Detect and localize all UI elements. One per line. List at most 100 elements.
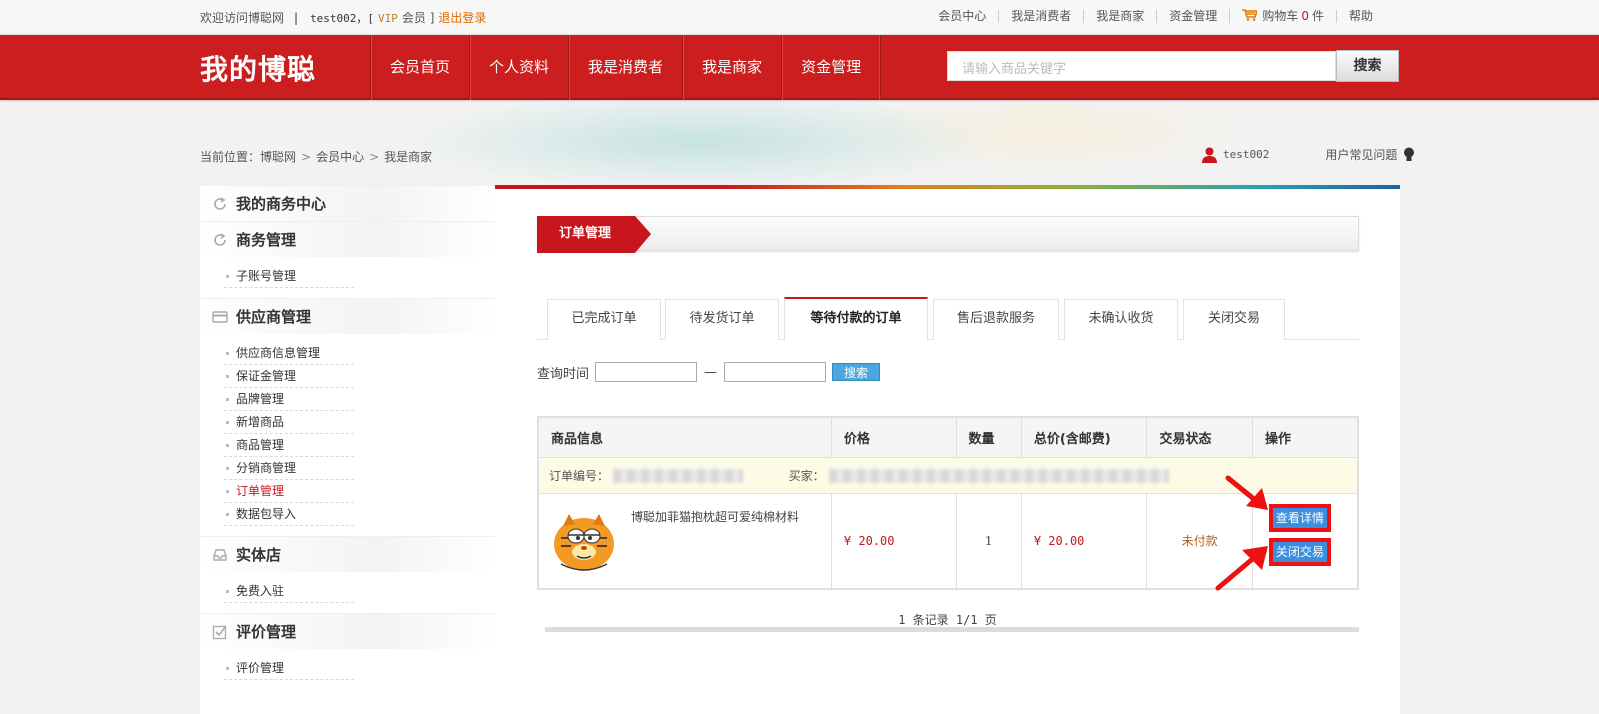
query-row: 查询时间 — 搜索: [537, 362, 881, 382]
top-link-consumer[interactable]: 我是消费者: [998, 9, 1083, 23]
hero-band: [0, 102, 1599, 187]
top-link-member-center[interactable]: 会员中心: [926, 9, 998, 23]
query-end-date[interactable]: [724, 362, 827, 382]
query-dash: —: [704, 364, 718, 380]
current-user: test002，[: [310, 12, 375, 25]
nav-profile[interactable]: 个人资料: [469, 35, 568, 100]
username[interactable]: test002: [1223, 148, 1269, 161]
refresh-icon: [214, 196, 226, 210]
tab-to-ship[interactable]: 待发货订单: [665, 299, 779, 340]
sidebar-group-title: 实体店: [236, 546, 282, 564]
col-goods: 商品信息: [537, 416, 832, 458]
breadcrumb-item-member-center[interactable]: 会员中心: [316, 150, 364, 164]
checkbox-icon: [212, 625, 227, 639]
sidebar-item-brand[interactable]: 品牌管理: [224, 388, 354, 411]
sidebar-item-goods[interactable]: 商品管理: [224, 434, 354, 457]
sidebar-center-title[interactable]: 我的商务中心: [200, 185, 495, 221]
sidebar-item-supplier-info[interactable]: 供应商信息管理: [224, 342, 354, 365]
tab-closed[interactable]: 关闭交易: [1183, 299, 1285, 340]
search-input[interactable]: 请输入商品关键字: [947, 51, 1336, 81]
sidebar-list: 子账号管理: [200, 257, 495, 298]
goods-name[interactable]: 博聪加菲猫抱枕超可爱纯棉材料: [631, 508, 799, 525]
refresh-icon: [214, 232, 226, 246]
section-title-bar: 订单管理: [537, 216, 1359, 253]
goods-thumbnail[interactable]: [551, 508, 617, 574]
pagination-bar: [545, 627, 1359, 632]
lightbulb-icon: [1404, 147, 1415, 161]
main-top-stripe: [495, 185, 1400, 189]
sidebar-item-deposit[interactable]: 保证金管理: [224, 365, 354, 388]
sidebar-item-review[interactable]: 评价管理: [224, 657, 354, 680]
main-panel: 订单管理 已完成订单 待发货订单 等待付款的订单 售后退款服务 未确认收货 关闭…: [495, 185, 1400, 714]
section-title: 订单管理: [537, 216, 651, 253]
query-search-button[interactable]: 搜索: [832, 363, 881, 381]
sidebar-item-orders[interactable]: 订单管理: [224, 480, 354, 503]
sidebar-group-store[interactable]: 实体店: [200, 536, 495, 572]
site-logo[interactable]: 我的博聪: [200, 48, 316, 88]
cart-count: 0: [1301, 9, 1309, 23]
col-qty: 数量: [955, 416, 1022, 458]
buyer-redacted: [828, 469, 1169, 483]
help-link[interactable]: 帮助: [1335, 9, 1385, 23]
breadcrumb-label: 当前位置：: [200, 150, 261, 164]
tab-completed[interactable]: 已完成订单: [547, 299, 661, 340]
inbox-icon: [213, 548, 227, 561]
sidebar-item-new-goods[interactable]: 新增商品: [224, 411, 354, 434]
order-no-redacted: [612, 469, 743, 483]
top-bar: 欢迎访问博聪网 | test002，[VIP 会员 ] 退出登录 会员中心 我是消费者 …: [0, 0, 1599, 35]
annotation-arrow-close: [1215, 546, 1268, 591]
order-no-label: 订单编号：: [549, 468, 610, 483]
welcome-separator: |: [294, 11, 299, 25]
nav-funds[interactable]: 资金管理: [781, 35, 882, 100]
sidebar-group-business[interactable]: 商务管理: [200, 221, 495, 257]
sidebar-list: 供应商信息管理 保证金管理 品牌管理 新增商品 商品管理 分销商管理 订单管理 …: [200, 334, 495, 536]
faq-link[interactable]: 用户常见问题: [1325, 146, 1397, 163]
vip-badge: VIP: [378, 12, 398, 25]
annotation-arrow-view: [1225, 475, 1268, 510]
buyer-label: 买家：: [788, 468, 825, 483]
card-icon: [212, 310, 228, 323]
sidebar-item-sub-account[interactable]: 子账号管理: [224, 265, 354, 288]
sidebar-list: 评价管理: [200, 649, 495, 690]
member-label: 会员 ]: [401, 11, 435, 25]
col-price: 价格: [830, 416, 957, 458]
sidebar-group-supplier[interactable]: 供应商管理: [200, 298, 495, 334]
tab-awaiting-payment[interactable]: 等待付款的订单: [784, 297, 928, 340]
sidebar-group-title: 商务管理: [236, 231, 297, 249]
nav-merchant[interactable]: 我是商家: [682, 35, 781, 100]
order-tabs: 已完成订单 待发货订单 等待付款的订单 售后退款服务 未确认收货 关闭交易: [537, 297, 1359, 340]
tab-refund[interactable]: 售后退款服务: [933, 299, 1059, 340]
welcome-area: 欢迎访问博聪网 | test002，[VIP 会员 ] 退出登录: [200, 9, 486, 26]
tab-unconfirmed[interactable]: 未确认收货: [1064, 299, 1178, 340]
nav-member-home[interactable]: 会员首页: [370, 35, 469, 100]
col-ops: 操作: [1251, 416, 1359, 458]
top-link-merchant[interactable]: 我是商家: [1083, 9, 1156, 23]
sidebar: 我的商务中心 商务管理 子账号管理 供应商管理 供应商信息管理 保证金管理 品牌…: [200, 185, 495, 714]
welcome-text: 欢迎访问博聪网: [200, 11, 285, 25]
qty-cell: 1: [955, 492, 1022, 590]
price-cell: ¥ 20.00: [830, 492, 957, 590]
sidebar-item-data-import[interactable]: 数据包导入: [224, 503, 354, 526]
cart-unit: 件: [1311, 9, 1324, 23]
view-details-button[interactable]: 查看详情: [1268, 503, 1331, 532]
query-label: 查询时间: [537, 366, 590, 382]
logout-link[interactable]: 退出登录: [438, 11, 486, 25]
close-trade-button[interactable]: 关闭交易: [1268, 537, 1331, 566]
top-link-funds[interactable]: 资金管理: [1156, 9, 1229, 23]
total-cell: ¥ 20.00: [1020, 492, 1148, 590]
cart-link[interactable]: 购物车 0 件: [1229, 9, 1336, 23]
breadcrumb-separator: >: [301, 150, 312, 164]
nav-consumer[interactable]: 我是消费者: [568, 35, 682, 100]
sidebar-group-review[interactable]: 评价管理: [200, 613, 495, 649]
query-start-date[interactable]: [595, 362, 698, 382]
main-header: 我的博聪 会员首页 个人资料 我是消费者 我是商家 资金管理 请输入商品关键字 …: [0, 35, 1599, 100]
pagination-info: 1 条记录 1/1 页: [898, 613, 997, 627]
breadcrumb-item-home[interactable]: 博聪网: [260, 150, 296, 164]
top-links: 会员中心 我是消费者 我是商家 资金管理 购物车 0 件 帮助: [926, 9, 1385, 23]
sidebar-item-free-join[interactable]: 免费入驻: [224, 580, 354, 603]
col-total: 总价(含邮费): [1020, 416, 1148, 458]
search-button[interactable]: 搜索: [1336, 50, 1399, 82]
breadcrumb-item-merchant[interactable]: 我是商家: [384, 150, 432, 164]
sidebar-item-distributor[interactable]: 分销商管理: [224, 457, 354, 480]
sidebar-center-title-text: 我的商务中心: [236, 195, 327, 213]
